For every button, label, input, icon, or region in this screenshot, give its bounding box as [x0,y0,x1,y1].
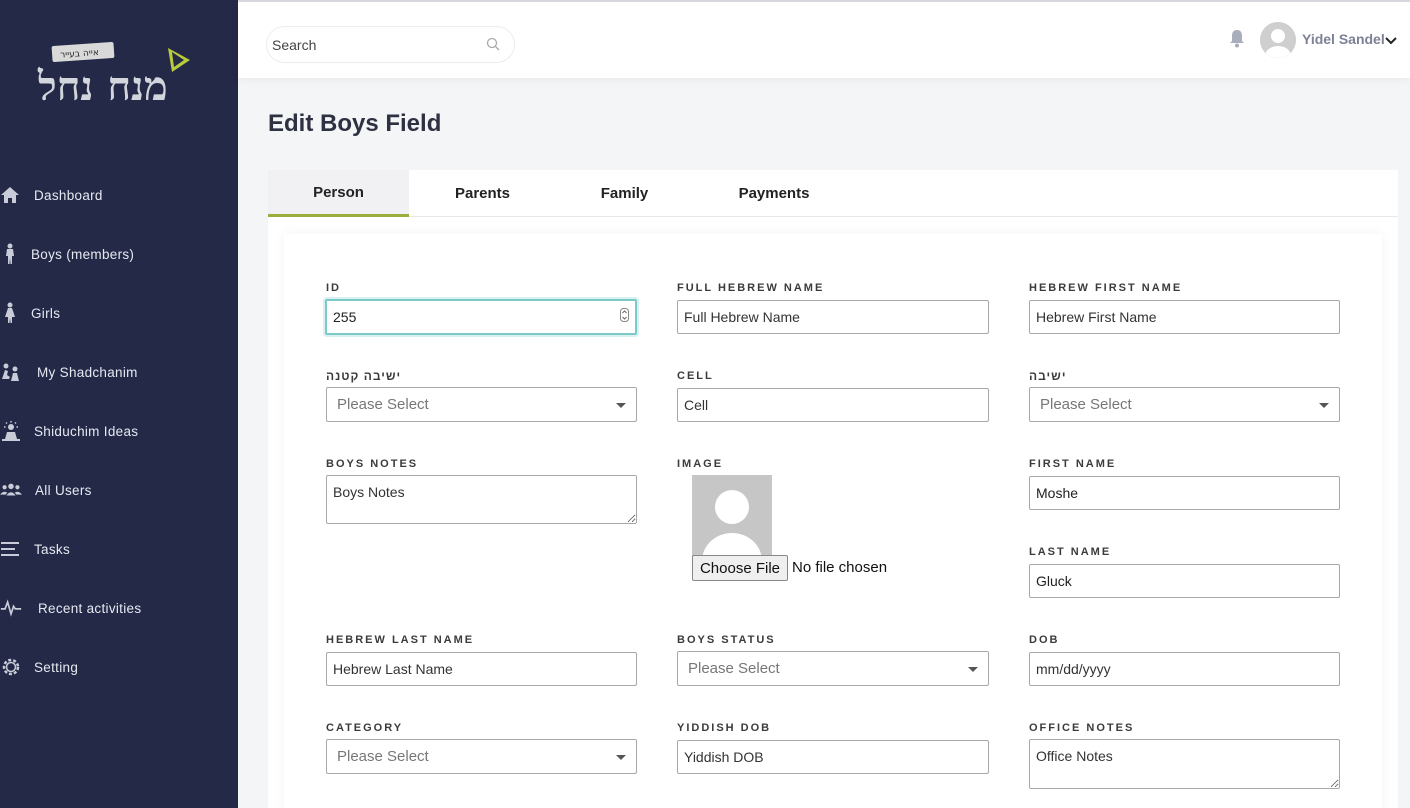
id-field-wrap [325,299,637,335]
bell-icon[interactable] [1228,28,1248,50]
sidebar-item-dashboard[interactable]: Dashboard [0,175,238,215]
home-icon [0,184,22,206]
first-name-label: FIRST NAME [1029,458,1117,470]
pulse-icon [0,597,22,619]
sidebar-item-label: All Users [35,482,92,498]
sidebar-item-label: Recent activities [38,600,142,616]
avatar[interactable] [1260,22,1296,58]
users-icon [0,479,22,501]
hebrew-first-name-input[interactable] [1029,300,1340,334]
office-notes-textarea[interactable] [1029,739,1340,789]
select-value: Please Select [337,396,429,413]
tab-person[interactable]: Person [268,170,409,217]
boys-status-label: BOYS STATUS [677,634,776,646]
dob-label: DOB [1029,634,1060,646]
cell-input[interactable] [677,388,989,422]
first-name-input[interactable] [1029,476,1340,510]
hebrew-first-name-label: HEBREW FIRST NAME [1029,282,1183,294]
logo-text: מנח נחל [37,63,168,110]
sidebar-item-label: My Shadchanim [37,364,138,380]
sidebar-item-all-users[interactable]: All Users [0,470,238,510]
tab-bar: Person Parents Family Payments [268,170,1398,217]
tab-parents[interactable]: Parents [410,170,555,217]
sidebar-item-ideas[interactable]: Shiduchim Ideas [0,411,238,451]
sidebar-item-label: Boys (members) [31,246,135,262]
list-icon [0,538,22,560]
idea-icon [0,420,22,442]
user-name[interactable]: Yidel Sandel [1302,31,1385,47]
sidebar-item-label: Shiduchim Ideas [34,423,139,439]
hebrew-last-name-input[interactable] [326,652,637,686]
tab-payments[interactable]: Payments [694,170,854,217]
select-value: Please Select [1040,396,1132,413]
caret-down-icon [1319,403,1329,408]
caret-down-icon [968,667,978,672]
top-bar: Yidel Sandel [238,0,1410,78]
page-title: Edit Boys Field [268,110,442,137]
no-file-text: No file chosen [792,559,888,576]
sidebar-item-label: Setting [34,659,79,675]
caret-down-icon [616,403,626,408]
sidebar-item-shadchanim[interactable]: My Shadchanim [0,352,238,392]
choose-file-button[interactable]: Choose File [692,555,788,581]
search-box [266,26,515,63]
boys-status-select[interactable]: Please Select [677,651,989,686]
last-name-label: LAST NAME [1029,546,1112,558]
last-name-input[interactable] [1029,564,1340,598]
sidebar-item-setting[interactable]: Setting [0,647,238,687]
category-select[interactable]: Please Select [326,739,637,774]
full-hebrew-name-label: FULL HEBREW NAME [677,282,825,294]
search-icon[interactable] [486,37,502,53]
yeshiva-label: ישיבה [1029,369,1067,383]
id-label: ID [326,282,341,294]
boys-notes-textarea[interactable] [326,475,637,524]
select-value: Please Select [688,660,780,677]
tab-family[interactable]: Family [556,170,693,217]
cell-label: CELL [677,370,714,382]
boy-icon [0,243,22,265]
brand-logo[interactable]: אייה בעייר מנח נחל [34,38,194,128]
sidebar-item-boys[interactable]: Boys (members) [0,234,238,274]
sidebar-item-label: Girls [31,305,61,321]
sidebar-item-tasks[interactable]: Tasks [0,529,238,569]
select-value: Please Select [337,748,429,765]
office-notes-label: OFFICE NOTES [1029,722,1135,734]
full-hebrew-name-input[interactable] [677,300,989,334]
image-label: IMAGE [677,458,724,470]
category-label: CATEGORY [326,722,404,734]
sidebar-item-girls[interactable]: Girls [0,293,238,333]
gear-icon [0,656,22,678]
dob-input[interactable] [1029,652,1340,686]
sidebar-item-label: Tasks [34,541,71,557]
yeshiva-select[interactable]: Please Select [1029,387,1340,422]
people-icon [0,361,22,383]
search-input[interactable] [272,27,482,62]
boys-notes-label: BOYS NOTES [326,458,419,470]
sidebar-item-recent[interactable]: Recent activities [0,588,238,628]
profile-image-placeholder [692,475,772,557]
sidebar: אייה בעייר מנח נחל Dashboard Boys (membe… [0,0,238,808]
yiddish-dob-label: YIDDISH DOB [677,722,772,734]
girl-icon [0,302,22,324]
chevron-down-icon[interactable] [1384,33,1398,45]
caret-down-icon [616,755,626,760]
id-input[interactable] [325,299,637,335]
yiddish-dob-input[interactable] [677,740,989,774]
sidebar-item-label: Dashboard [34,187,103,203]
hebrew-last-name-label: HEBREW LAST NAME [326,634,475,646]
yeshiva-ketana-label: ישיבה קטנה [326,369,402,383]
yeshiva-ketana-select[interactable]: Please Select [326,387,637,422]
stepper-icon[interactable] [620,308,629,322]
